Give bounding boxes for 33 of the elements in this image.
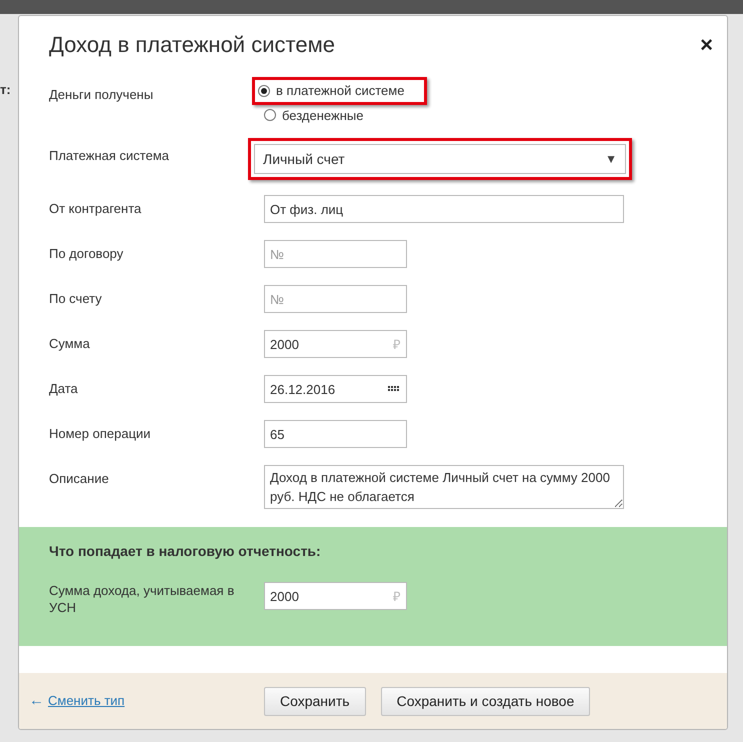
dropdown-arrow-icon: ▼ xyxy=(605,150,617,168)
currency-sign: ₽ xyxy=(393,336,401,354)
field-label: По счету xyxy=(49,290,103,308)
field-label: Деньги получены xyxy=(49,86,154,104)
field-label: Дата xyxy=(49,380,79,398)
payment-system-select[interactable]: Личный счет ▼ xyxy=(254,144,626,174)
close-button[interactable]: × xyxy=(700,34,713,56)
input-field[interactable]: 65 xyxy=(264,420,407,448)
radio-option[interactable]: безденежные xyxy=(258,102,428,129)
calendar-icon[interactable] xyxy=(388,386,399,391)
change-type-link[interactable]: Сменить тип xyxy=(48,691,125,711)
field-label: Номер операции xyxy=(49,425,152,443)
save-button[interactable]: Сохранить xyxy=(264,686,366,716)
back-arrow-icon: ← xyxy=(29,690,44,712)
radio-button[interactable] xyxy=(264,109,276,122)
label-fragment: т: xyxy=(0,81,11,99)
radio-button[interactable] xyxy=(258,84,270,97)
description-field[interactable]: Доход в платежной системе Личный счет на сумму 2000 руб. НДС не облагается xyxy=(264,465,624,509)
field-label: Платежная система xyxy=(49,147,170,165)
field-label: Описание xyxy=(49,470,110,488)
field-label: Сумма xyxy=(49,335,91,353)
input-field[interactable]: 26.12.2016 xyxy=(264,375,407,403)
field-label: От контрагента xyxy=(49,200,142,218)
input-field[interactable]: № xyxy=(264,240,407,268)
dialog-title: Доход в платежной системе xyxy=(49,31,335,59)
input-field[interactable]: От физ. лиц xyxy=(264,195,624,223)
section-title: Что попадает в налоговую отчетность: xyxy=(49,542,322,561)
currency-sign: ₽ xyxy=(393,588,401,606)
input-field[interactable]: № xyxy=(264,285,407,313)
field-label: По договору xyxy=(49,245,124,263)
save-and-create-button[interactable]: Сохранить и создать новое xyxy=(380,686,590,716)
radio-option[interactable]: в платежной системе xyxy=(252,77,428,104)
field-label: Сумма дохода, учитываемая в УСН xyxy=(49,582,236,616)
